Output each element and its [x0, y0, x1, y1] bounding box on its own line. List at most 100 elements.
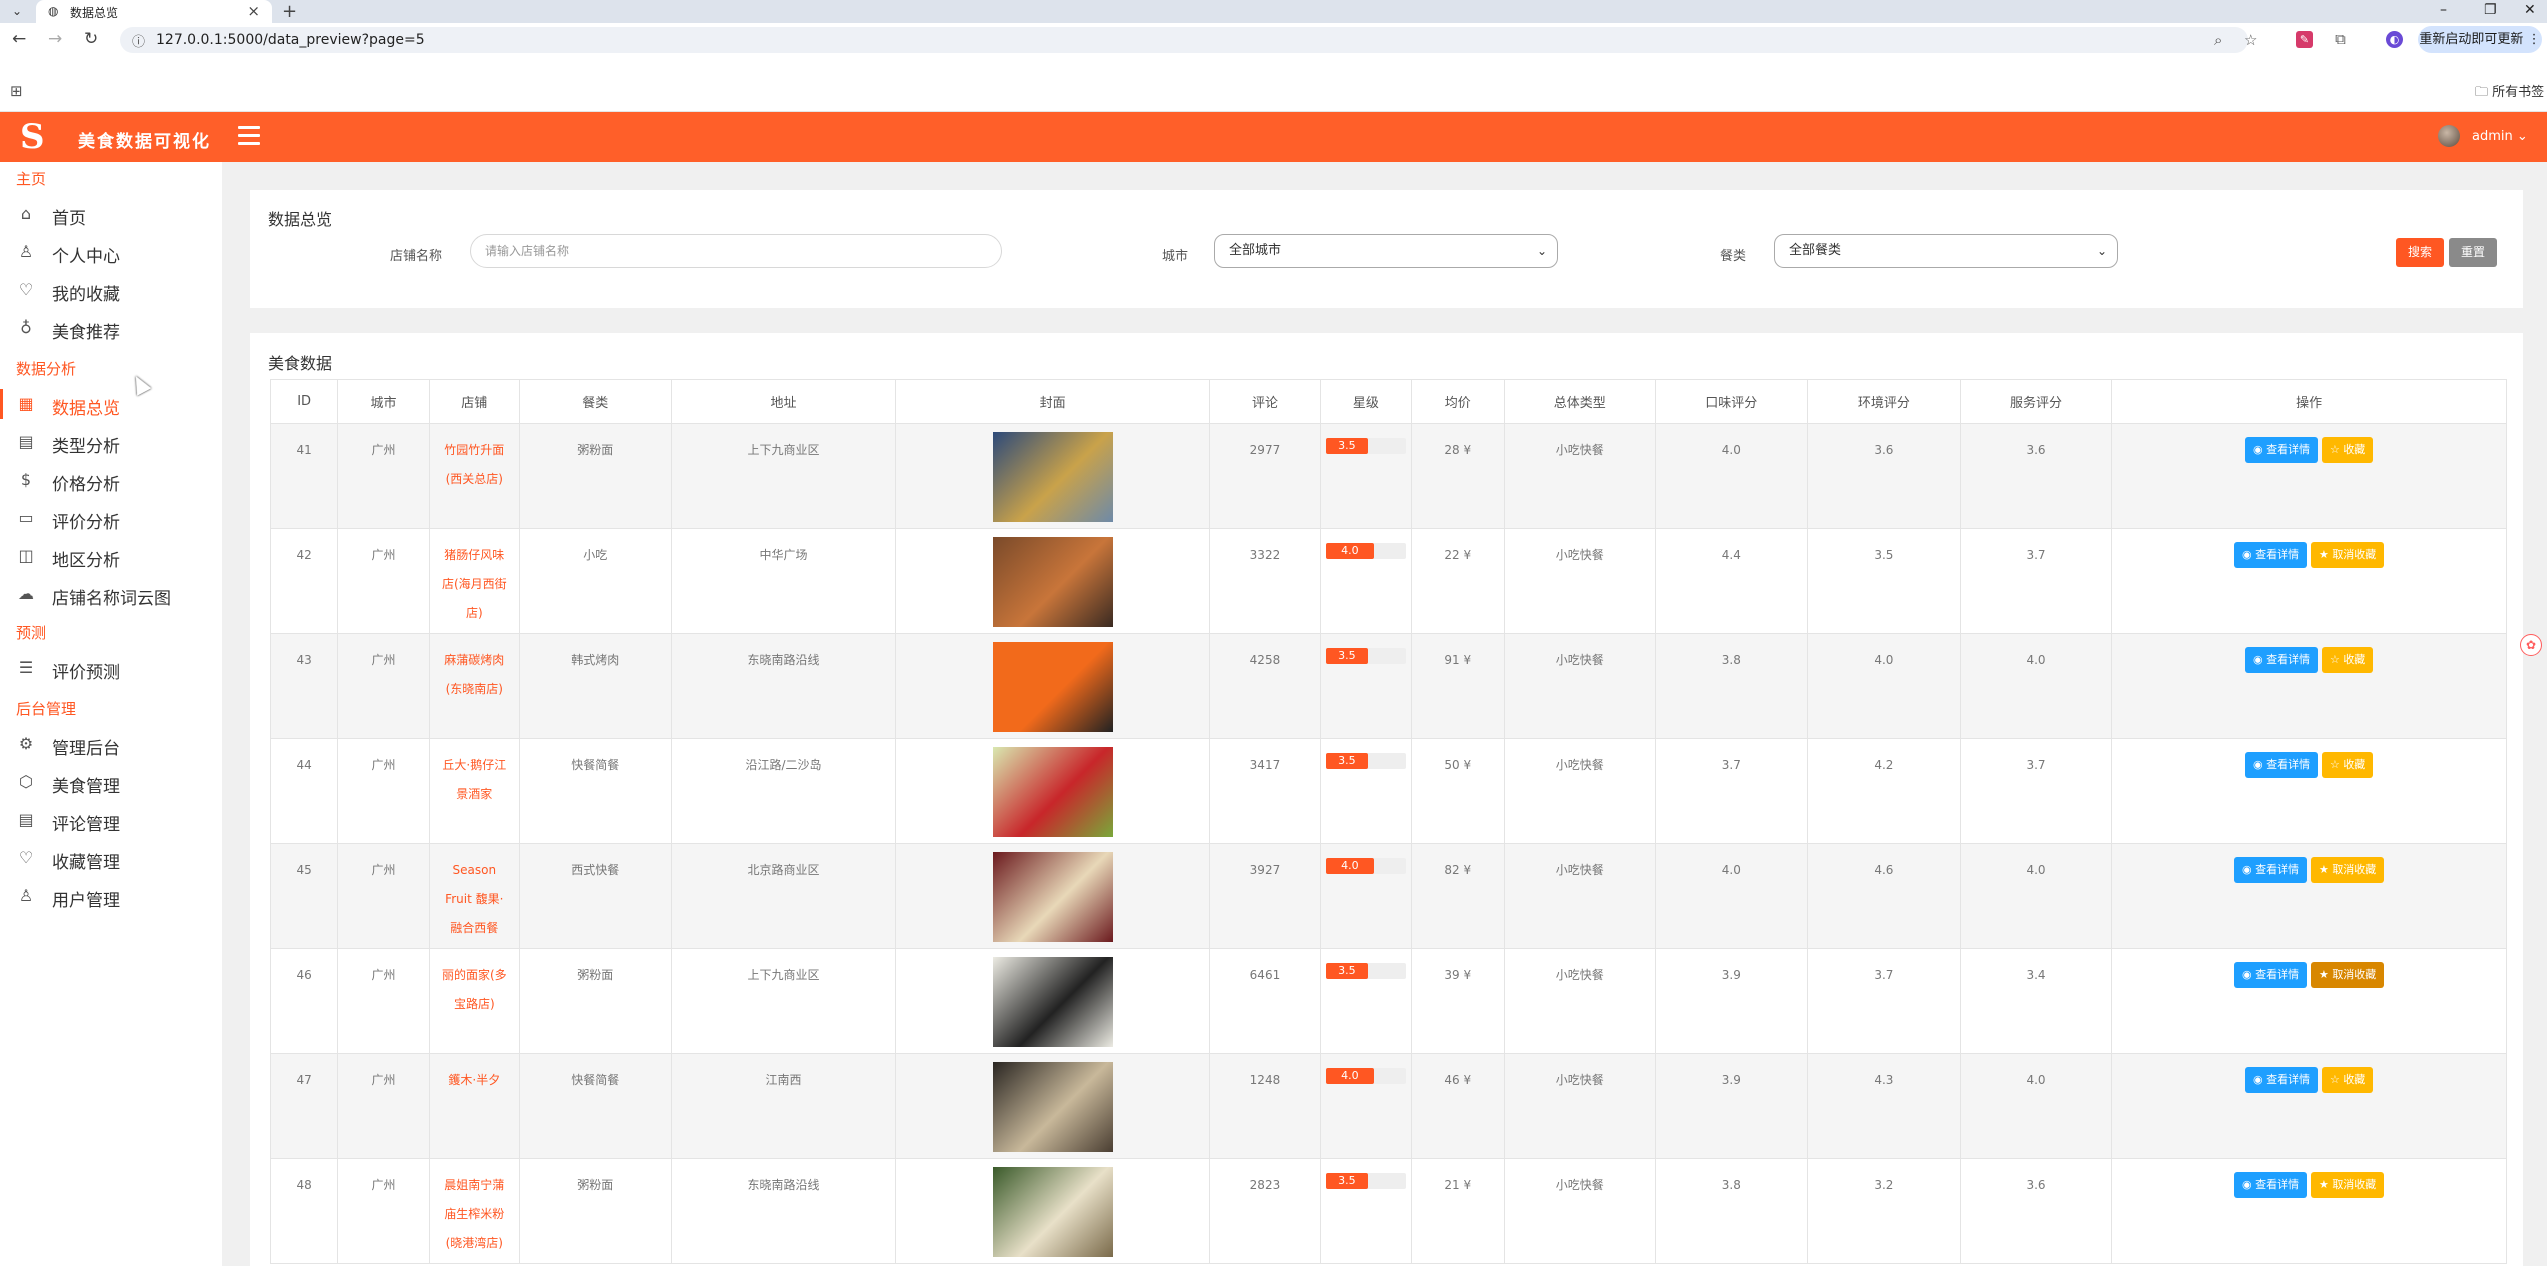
- favorite-button[interactable]: ☆ 收藏: [2321, 1067, 2374, 1093]
- city-select[interactable]: 全部城市 ⌄: [1214, 234, 1558, 268]
- cell-id: 43: [269, 633, 339, 739]
- search-button[interactable]: 搜索: [2396, 238, 2444, 267]
- view-detail-button[interactable]: ◉ 查看详情: [2234, 542, 2308, 568]
- sidebar-item-profile[interactable]: ♙ 个人中心: [0, 234, 222, 270]
- sidebar-item-admin[interactable]: ⚙ 管理后台: [0, 726, 222, 762]
- forward-icon[interactable]: →: [48, 29, 62, 49]
- new-tab-icon[interactable]: +: [282, 1, 297, 22]
- favorite-button[interactable]: ☆ 收藏: [2321, 647, 2374, 673]
- avatar[interactable]: [2438, 125, 2460, 147]
- cell-shop-link[interactable]: 晨姐南宁蒲庙生榨米粉(晓港湾店): [428, 1158, 520, 1264]
- view-detail-label: 查看详情: [2266, 653, 2311, 666]
- cell-shop-link[interactable]: Season Fruit 馥果·融合西餐: [428, 843, 520, 949]
- unfavorite-button[interactable]: ★ 取消收藏: [2310, 1172, 2385, 1198]
- reload-icon[interactable]: ↻: [84, 29, 98, 49]
- sidebar-item-comment-admin[interactable]: ▤ 评论管理: [0, 802, 222, 838]
- cover-image[interactable]: [992, 1167, 1113, 1257]
- sidebar-item-review-analysis[interactable]: ▭ 评价分析: [0, 500, 222, 536]
- view-detail-button[interactable]: ◉ 查看详情: [2245, 752, 2319, 778]
- all-bookmarks-folder[interactable]: 🗀 所有书签: [2475, 81, 2544, 105]
- cell-shop-link[interactable]: 丘大·鹅仔江景酒家: [428, 738, 520, 844]
- cover-image[interactable]: [992, 642, 1113, 732]
- minimize-icon[interactable]: –: [2440, 2, 2447, 18]
- sidebar-item-label: 首页: [52, 209, 86, 229]
- favorite-button[interactable]: ☆ 收藏: [2321, 752, 2374, 778]
- cover-image[interactable]: [992, 852, 1113, 942]
- profile-icon[interactable]: ◐: [2386, 31, 2403, 48]
- browser-tab[interactable]: ◍ 数据总览 ×: [36, 0, 272, 23]
- floating-helper-icon[interactable]: ✿: [2520, 634, 2542, 656]
- sidebar-item-wordcloud[interactable]: ☁ 店铺名称词云图: [0, 576, 222, 612]
- tab-close-icon[interactable]: ×: [247, 2, 260, 20]
- star-rating-bar: 4.0: [1325, 858, 1406, 874]
- cover-image[interactable]: [992, 432, 1113, 522]
- cell-env: 4.6: [1807, 843, 1961, 949]
- unfavorite-button[interactable]: ★ 取消收藏: [2310, 857, 2385, 883]
- view-detail-button[interactable]: ◉ 查看详情: [2245, 437, 2319, 463]
- sidebar-item-fav-admin[interactable]: ♡ 收藏管理: [0, 840, 222, 876]
- cell-type: 小吃快餐: [1503, 948, 1656, 1054]
- cell-reviews: 3927: [1208, 843, 1322, 949]
- shop-name-input[interactable]: 请输入店铺名称: [470, 234, 1002, 268]
- cover-image[interactable]: [992, 537, 1113, 627]
- cell-shop-link[interactable]: 竹园竹升面(西关总店): [428, 423, 520, 529]
- back-icon[interactable]: ←: [12, 29, 26, 49]
- view-detail-button[interactable]: ◉ 查看详情: [2234, 1172, 2308, 1198]
- close-window-icon[interactable]: ✕: [2524, 2, 2536, 18]
- sidebar-item-favorites[interactable]: ♡ 我的收藏: [0, 272, 222, 308]
- unfavorite-button[interactable]: ★ 取消收藏: [2310, 962, 2385, 988]
- sidebar-item-review-predict[interactable]: ☰ 评价预测: [0, 650, 222, 686]
- url-input[interactable]: ⓘ 127.0.0.1:5000/data_preview?page=5 ⌕ ☆: [120, 27, 2257, 53]
- menu-toggle-icon[interactable]: [238, 126, 260, 146]
- view-detail-button[interactable]: ◉ 查看详情: [2234, 857, 2308, 883]
- cell-type: 小吃快餐: [1503, 1053, 1656, 1159]
- site-info-icon[interactable]: ⓘ: [132, 31, 145, 50]
- star-icon: ★: [2318, 1178, 2333, 1191]
- restart-update-button[interactable]: 重新启动即可更新 ⋮: [2418, 26, 2542, 53]
- list-icon: ☰: [18, 658, 34, 677]
- cover-image[interactable]: [992, 1062, 1113, 1152]
- unfavorite-button[interactable]: ★ 取消收藏: [2310, 542, 2385, 568]
- sidebar-item-price-analysis[interactable]: $ 价格分析: [0, 462, 222, 498]
- tab-title: 数据总览: [70, 6, 119, 20]
- view-detail-button[interactable]: ◉ 查看详情: [2245, 647, 2319, 673]
- cuisine-select[interactable]: 全部餐类 ⌄: [1774, 234, 2118, 268]
- cell-shop-link[interactable]: 丽的面家(多宝路店): [428, 948, 520, 1054]
- sidebar-item-home[interactable]: ⌂ 首页: [0, 196, 222, 232]
- cell-shop-link[interactable]: 猪肠仔风味店(海月西街店): [428, 528, 520, 634]
- favorite-button[interactable]: ☆ 收藏: [2321, 437, 2374, 463]
- apps-grid-icon[interactable]: ⊞: [10, 82, 23, 100]
- cell-env: 3.5: [1807, 528, 1961, 634]
- sidebar-item-recommend[interactable]: ♁ 美食推荐: [0, 310, 222, 346]
- col-address: 地址: [670, 379, 897, 424]
- bookmark-star-icon[interactable]: ☆: [2244, 31, 2257, 49]
- reset-button[interactable]: 重置: [2449, 238, 2497, 267]
- sidebar-item-region-analysis[interactable]: ◫ 地区分析: [0, 538, 222, 574]
- tab-search-icon[interactable]: ⌄: [6, 2, 28, 20]
- user-menu[interactable]: admin ⌄: [2472, 129, 2528, 144]
- sidebar-item-food-admin[interactable]: ⬡ 美食管理: [0, 764, 222, 800]
- star-icon: ★: [2318, 548, 2333, 561]
- view-detail-button[interactable]: ◉ 查看详情: [2234, 962, 2308, 988]
- sidebar-item-label: 管理后台: [52, 739, 120, 759]
- cell-taste: 4.0: [1654, 423, 1809, 529]
- cover-image[interactable]: [992, 957, 1113, 1047]
- extensions-puzzle-icon[interactable]: ⧉: [2332, 31, 2349, 48]
- cell-shop-link[interactable]: 鑊木·半夕: [428, 1053, 520, 1159]
- cell-shop-link[interactable]: 麻蒲碳烤肉(东晓南店): [428, 633, 520, 739]
- star-rating-value: 3.5: [1325, 648, 1368, 664]
- favorite-label: 收藏: [2343, 653, 2366, 666]
- star-rating-bar: 3.5: [1325, 963, 1406, 979]
- eye-icon: ◉: [2253, 443, 2267, 456]
- sidebar-item-user-admin[interactable]: ♙ 用户管理: [0, 878, 222, 914]
- sidebar-item-data-overview[interactable]: ▦ 数据总览: [0, 386, 222, 422]
- restore-icon[interactable]: ❐: [2484, 2, 2497, 18]
- view-detail-button[interactable]: ◉ 查看详情: [2245, 1067, 2319, 1093]
- cell-actions: ◉ 查看详情 ☆ 收藏: [2111, 738, 2507, 844]
- cover-image[interactable]: [992, 747, 1113, 837]
- star-rating-value: 4.0: [1325, 543, 1374, 559]
- zoom-icon[interactable]: ⌕: [2214, 31, 2222, 49]
- sidebar-item-type-analysis[interactable]: ▤ 类型分析: [0, 424, 222, 460]
- extension-icon[interactable]: ✎: [2296, 31, 2313, 48]
- cell-id: 44: [269, 738, 339, 844]
